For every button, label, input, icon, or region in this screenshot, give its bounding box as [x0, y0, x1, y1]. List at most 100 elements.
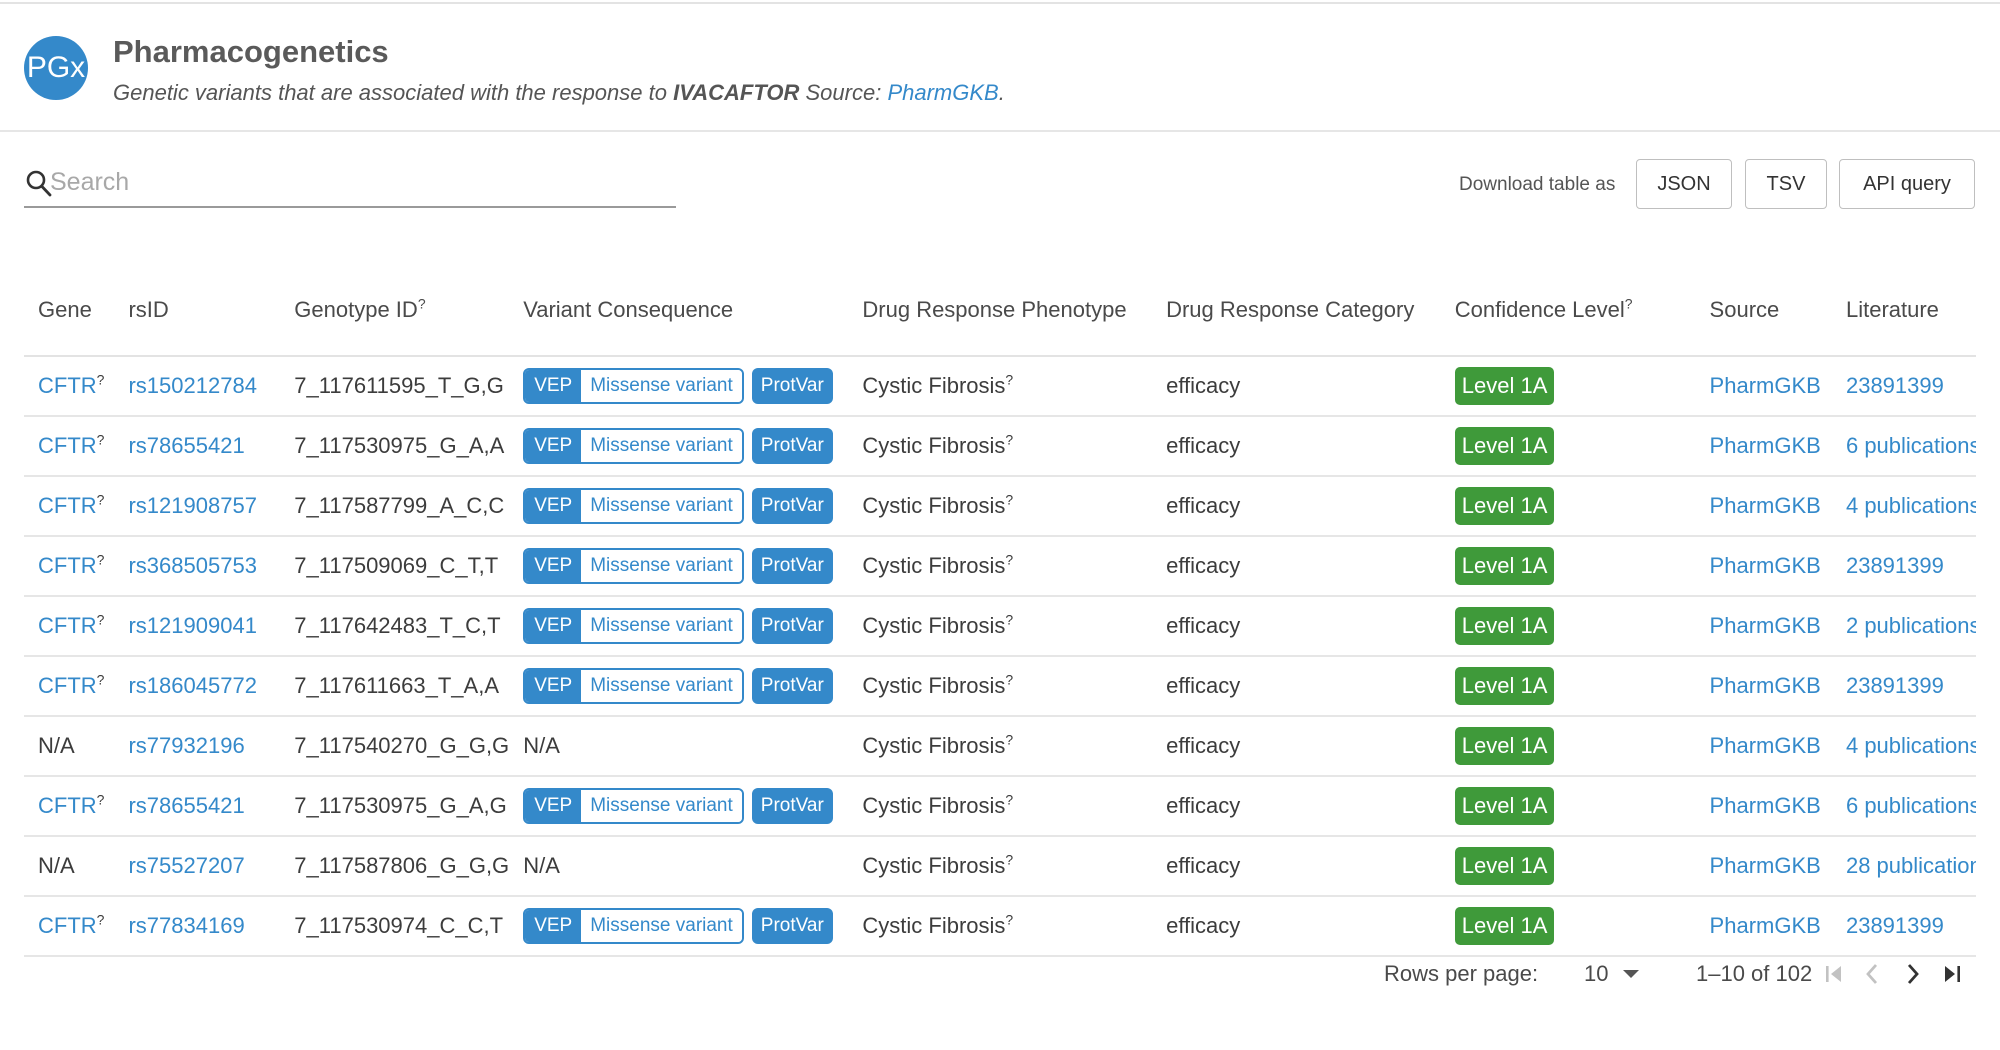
gene-link[interactable]: CFTR [38, 553, 97, 578]
literature-link[interactable]: 23891399 [1846, 913, 1944, 938]
col-header-variant-consequence[interactable]: Variant Consequence [509, 264, 849, 357]
literature-link[interactable]: 28 publications [1846, 853, 1976, 878]
rsid-link[interactable]: rs77932196 [128, 733, 244, 758]
previous-page-button[interactable] [1855, 957, 1889, 991]
rsid-link[interactable]: rs78655421 [128, 433, 244, 458]
last-page-button[interactable] [1935, 957, 1969, 991]
vep-badge[interactable]: VEP Missense variant [523, 668, 744, 704]
protvar-badge[interactable]: ProtVar [751, 488, 833, 524]
col-header-rsid[interactable]: rsID [114, 264, 281, 357]
rows-per-page-select[interactable]: 10 [1584, 950, 1642, 998]
help-icon[interactable]: ? [1005, 552, 1013, 568]
protvar-badge[interactable]: ProtVar [751, 668, 833, 704]
help-icon[interactable]: ? [1005, 492, 1013, 508]
protvar-badge[interactable]: ProtVar [751, 368, 833, 404]
protvar-badge[interactable]: ProtVar [751, 428, 833, 464]
rsid-link[interactable]: rs121909041 [128, 613, 256, 638]
help-icon[interactable]: ? [418, 295, 426, 311]
help-icon[interactable]: ? [97, 372, 105, 388]
col-header-gene[interactable]: Gene [24, 264, 115, 357]
gene-value: N/A [38, 853, 75, 878]
source-link[interactable]: PharmGKB [1710, 553, 1821, 578]
cell-confidence: Level 1A [1440, 356, 1696, 417]
source-link[interactable]: PharmGKB [1710, 853, 1821, 878]
vep-badge[interactable]: VEP Missense variant [523, 608, 744, 644]
api-query-button[interactable]: API query [1839, 159, 1975, 209]
protvar-badge[interactable]: ProtVar [751, 788, 833, 824]
help-icon[interactable]: ? [1005, 372, 1013, 388]
vep-badge[interactable]: VEP Missense variant [523, 908, 744, 944]
protvar-badge[interactable]: ProtVar [751, 908, 833, 944]
rsid-link[interactable]: rs368505753 [128, 553, 256, 578]
source-link[interactable]: PharmGKB [1710, 433, 1821, 458]
source-link[interactable]: PharmGKB [1710, 793, 1821, 818]
help-icon[interactable]: ? [1005, 912, 1013, 928]
help-icon[interactable]: ? [97, 612, 105, 628]
cell-variant-consequence: N/A [509, 716, 849, 777]
rsid-link[interactable]: rs78655421 [128, 793, 244, 818]
source-link[interactable]: PharmGKB [1710, 373, 1821, 398]
help-icon[interactable]: ? [97, 912, 105, 928]
literature-link[interactable]: 23891399 [1846, 673, 1944, 698]
vep-badge[interactable]: VEP Missense variant [523, 428, 744, 464]
help-icon[interactable]: ? [1005, 792, 1013, 808]
source-link[interactable]: PharmGKB [1710, 913, 1821, 938]
vep-badge[interactable]: VEP Missense variant [523, 548, 744, 584]
rsid-link[interactable]: rs150212784 [128, 373, 256, 398]
rsid-link[interactable]: rs75527207 [128, 853, 244, 878]
source-link[interactable]: PharmGKB [1710, 733, 1821, 758]
col-header-drug-response-category[interactable]: Drug Response Category [1152, 264, 1441, 357]
literature-link[interactable]: 23891399 [1846, 373, 1944, 398]
help-icon[interactable]: ? [97, 552, 105, 568]
help-icon[interactable]: ? [1005, 852, 1013, 868]
pgx-logo-badge: PGx [24, 36, 88, 100]
help-icon[interactable]: ? [1005, 432, 1013, 448]
source-link[interactable]: PharmGKB [1710, 673, 1821, 698]
help-icon[interactable]: ? [97, 492, 105, 508]
help-icon[interactable]: ? [1625, 295, 1633, 311]
literature-link[interactable]: 4 publications [1846, 493, 1976, 518]
literature-link[interactable]: 6 publications [1846, 433, 1976, 458]
table-row: CFTR? rs78655421 7_117530975_G_A,A VEP Mi… [24, 416, 1976, 477]
literature-link[interactable]: 2 publications [1846, 613, 1976, 638]
help-icon[interactable]: ? [97, 672, 105, 688]
rsid-link[interactable]: rs77834169 [128, 913, 244, 938]
source-link[interactable]: PharmGKB [887, 80, 998, 105]
help-icon[interactable]: ? [1005, 612, 1013, 628]
protvar-badge[interactable]: ProtVar [751, 548, 833, 584]
vep-badge[interactable]: VEP Missense variant [523, 368, 744, 404]
download-tsv-button[interactable]: TSV [1745, 159, 1827, 209]
vep-badge[interactable]: VEP Missense variant [523, 788, 744, 824]
col-header-genotype-id[interactable]: Genotype ID? [280, 264, 510, 357]
gene-link[interactable]: CFTR [38, 433, 97, 458]
protvar-badge[interactable]: ProtVar [751, 608, 833, 644]
help-icon[interactable]: ? [97, 432, 105, 448]
rsid-link[interactable]: rs186045772 [128, 673, 256, 698]
help-icon[interactable]: ? [1005, 672, 1013, 688]
gene-link[interactable]: CFTR [38, 373, 97, 398]
col-header-source[interactable]: Source [1695, 264, 1832, 357]
gene-link[interactable]: CFTR [38, 793, 97, 818]
literature-link[interactable]: 6 publications [1846, 793, 1976, 818]
help-icon[interactable]: ? [97, 792, 105, 808]
download-json-button[interactable]: JSON [1636, 159, 1732, 209]
col-header-drug-response-phenotype[interactable]: Drug Response Phenotype [848, 264, 1153, 357]
table-row: CFTR? rs121908757 7_117587799_A_C,C VEP M… [24, 476, 1976, 537]
gene-link[interactable]: CFTR [38, 613, 97, 638]
source-link[interactable]: PharmGKB [1710, 493, 1821, 518]
help-icon[interactable]: ? [1005, 732, 1013, 748]
literature-link[interactable]: 4 publications [1846, 733, 1976, 758]
col-header-literature[interactable]: Literature [1831, 264, 1976, 357]
literature-link[interactable]: 23891399 [1846, 553, 1944, 578]
gene-link[interactable]: CFTR [38, 673, 97, 698]
col-header-confidence-level[interactable]: Confidence Level? [1440, 264, 1696, 357]
vep-badge[interactable]: VEP Missense variant [523, 488, 744, 524]
gene-link[interactable]: CFTR [38, 493, 97, 518]
vep-consequence: Missense variant [581, 670, 742, 702]
next-page-button[interactable] [1896, 957, 1930, 991]
rsid-link[interactable]: rs121908757 [128, 493, 256, 518]
first-page-button[interactable] [1817, 957, 1851, 991]
gene-link[interactable]: CFTR [38, 913, 97, 938]
source-link[interactable]: PharmGKB [1710, 613, 1821, 638]
search-input[interactable] [50, 164, 650, 200]
